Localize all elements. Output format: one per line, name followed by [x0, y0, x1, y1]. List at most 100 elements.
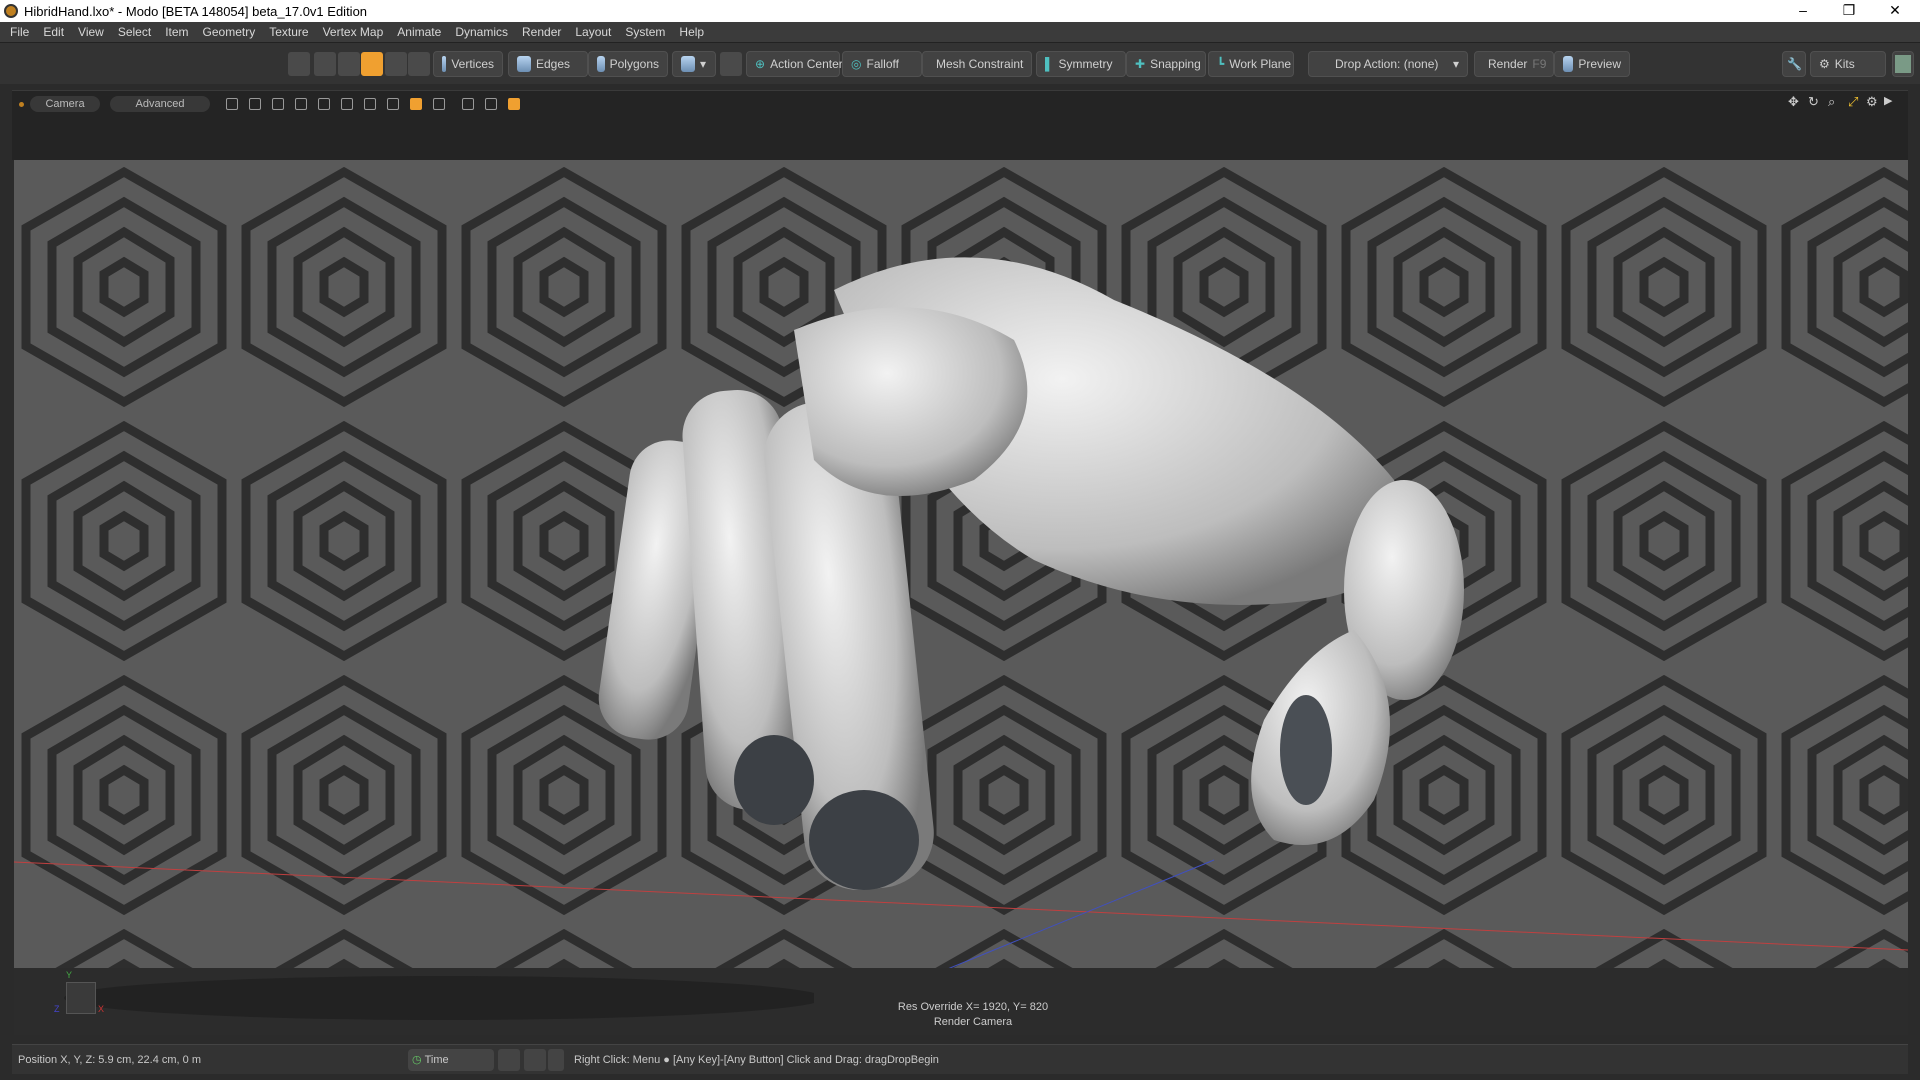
- status-bar: Position X, Y, Z: 5.9 cm, 22.4 cm, 0 m ◷…: [12, 1044, 1908, 1074]
- falloff-button[interactable]: ◎ Falloff: [842, 51, 922, 77]
- window-title: HibridHand.lxo* - Modo [BETA 148054] bet…: [24, 3, 368, 19]
- lights-icon[interactable]: [364, 98, 376, 110]
- clock-icon: ◷: [412, 1054, 422, 1066]
- chevron-down-icon: ▾: [1452, 57, 1459, 71]
- res-override-label: Res Override X= 1920, Y= 820: [897, 1001, 1049, 1013]
- wrench-icon: 🔧: [1787, 57, 1802, 71]
- shaded-icon[interactable]: [272, 98, 284, 110]
- polygons-button[interactable]: Polygons: [588, 51, 668, 77]
- wireframe-icon[interactable]: [249, 98, 261, 110]
- falloff-icon: ◎: [851, 57, 862, 71]
- materials-icon[interactable]: [361, 52, 383, 76]
- viewport-header: Camera Advanced ✥ ↻ ⌕ ⤢ ⚙ ▶: [12, 90, 1908, 160]
- snapping-button[interactable]: ✚ Snapping: [1126, 51, 1206, 77]
- shield-icon: [681, 56, 695, 72]
- menu-animate[interactable]: Animate: [397, 25, 441, 39]
- viewport-settings-icon[interactable]: ⚙: [1866, 94, 1878, 110]
- rotate-icon[interactable]: ↻: [1808, 94, 1819, 110]
- auto-select-icon[interactable]: [408, 52, 430, 76]
- tab-advanced[interactable]: Advanced: [110, 96, 210, 112]
- time-button[interactable]: ◷ Time: [408, 1048, 494, 1071]
- items-icon[interactable]: [338, 52, 360, 76]
- drop-action-dropdown[interactable]: Drop Action: (none) ▾: [1308, 51, 1468, 77]
- action-center-button[interactable]: ⊕ Action Center: [746, 51, 843, 77]
- texture-icon[interactable]: [295, 98, 307, 110]
- menu-texture[interactable]: Texture: [269, 25, 308, 39]
- panel-icon: [1895, 55, 1911, 73]
- frame-icon[interactable]: [485, 98, 497, 110]
- axis-icon[interactable]: [341, 98, 353, 110]
- ground-shadow: [64, 976, 814, 1020]
- menu-help[interactable]: Help: [679, 25, 704, 39]
- preview-button[interactable]: Preview: [1554, 51, 1630, 77]
- mesh-icon[interactable]: [385, 52, 407, 76]
- search-button[interactable]: 🔧: [1782, 51, 1806, 77]
- grid-icon[interactable]: [226, 98, 238, 110]
- pan-icon[interactable]: ✥: [1788, 94, 1799, 110]
- menu-dynamics[interactable]: Dynamics: [455, 25, 508, 39]
- preview-icon: [1563, 56, 1574, 72]
- mesh-constraint-button[interactable]: Mesh Constraint: [922, 51, 1032, 77]
- tab-camera[interactable]: Camera: [30, 96, 100, 112]
- modo-logo-icon: [4, 4, 18, 18]
- work-plane-icon: ┗: [1217, 57, 1225, 71]
- restore-button[interactable]: ❐: [1826, 0, 1872, 22]
- selection-mode-dropdown[interactable]: ▾: [672, 51, 716, 77]
- minimize-button[interactable]: –: [1780, 0, 1826, 22]
- render-button[interactable]: Render F9: [1474, 51, 1554, 77]
- menu-layout[interactable]: Layout: [575, 25, 611, 39]
- chevron-right-icon[interactable]: ▶: [1884, 94, 1892, 107]
- menu-vertex-map[interactable]: Vertex Map: [323, 25, 384, 39]
- ray-gl-icon[interactable]: [410, 98, 422, 110]
- position-readout: Position X, Y, Z: 5.9 cm, 22.4 cm, 0 m: [18, 1053, 202, 1066]
- axis-y-label: Y: [66, 970, 73, 980]
- panel-toggle-icon[interactable]: [524, 1048, 546, 1071]
- viewport-dot-icon[interactable]: [19, 102, 24, 107]
- render-viewport[interactable]: [14, 160, 1908, 968]
- render-image: [14, 160, 1908, 968]
- axis-gizmo: [66, 982, 96, 1014]
- viewport-footer: Y X Z Res Override X= 1920, Y= 820 Rende…: [14, 968, 1908, 1035]
- status-hint: Right Click: Menu ● [Any Key]-[Any Butto…: [574, 1053, 939, 1066]
- visibility-icon[interactable]: [433, 98, 445, 110]
- menu-edit[interactable]: Edit: [43, 25, 64, 39]
- title-bar: HibridHand.lxo* - Modo [BETA 148054] bet…: [0, 0, 1920, 22]
- vertices-icon: [442, 56, 447, 72]
- layout-toggle-button[interactable]: [1892, 51, 1914, 77]
- menu-view[interactable]: View: [78, 25, 104, 39]
- snapping-icon: ✚: [1135, 57, 1146, 71]
- render-camera-label: Render Camera: [933, 1016, 1013, 1028]
- symmetry-icon: ▌: [1045, 57, 1054, 71]
- symmetry-button[interactable]: ▌ Symmetry: [1036, 51, 1126, 77]
- swap-icon[interactable]: [548, 1048, 564, 1071]
- menu-render[interactable]: Render: [522, 25, 561, 39]
- layouts-icon[interactable]: [498, 1048, 520, 1071]
- axis-x-label: X: [98, 1004, 105, 1014]
- texture-mode-icon[interactable]: [720, 52, 742, 76]
- axis-z-label: Z: [54, 1004, 60, 1014]
- select-icon[interactable]: [314, 52, 336, 76]
- menu-file[interactable]: File: [10, 25, 29, 39]
- menu-item[interactable]: Item: [165, 25, 188, 39]
- main-toolbar: Vertices Edges Polygons ▾ ⊕ Action Center…: [0, 42, 1920, 84]
- skeleton-icon[interactable]: [288, 52, 310, 76]
- render-frame-icon[interactable]: [508, 98, 520, 110]
- close-button[interactable]: ✕: [1872, 0, 1918, 22]
- edges-button[interactable]: Edges: [508, 51, 588, 77]
- menu-system[interactable]: System: [625, 25, 665, 39]
- cameras-icon[interactable]: [387, 98, 399, 110]
- edges-icon: [517, 56, 531, 72]
- menu-select[interactable]: Select: [118, 25, 151, 39]
- crosshair-icon: ⊕: [755, 57, 766, 71]
- vertices-button[interactable]: Vertices: [433, 51, 503, 77]
- backdrop-icon[interactable]: [318, 98, 330, 110]
- safe-area-icon[interactable]: [462, 98, 474, 110]
- zoom-icon[interactable]: ⌕: [1828, 94, 1835, 110]
- maximize-icon[interactable]: ⤢: [1848, 94, 1858, 110]
- menu-bar: File Edit View Select Item Geometry Text…: [0, 22, 1920, 42]
- polygons-icon: [597, 56, 605, 72]
- work-plane-button[interactable]: ┗ Work Plane: [1208, 51, 1294, 77]
- menu-geometry[interactable]: Geometry: [203, 25, 256, 39]
- gear-icon: ⚙: [1819, 57, 1830, 71]
- kits-button[interactable]: ⚙ Kits: [1810, 51, 1886, 77]
